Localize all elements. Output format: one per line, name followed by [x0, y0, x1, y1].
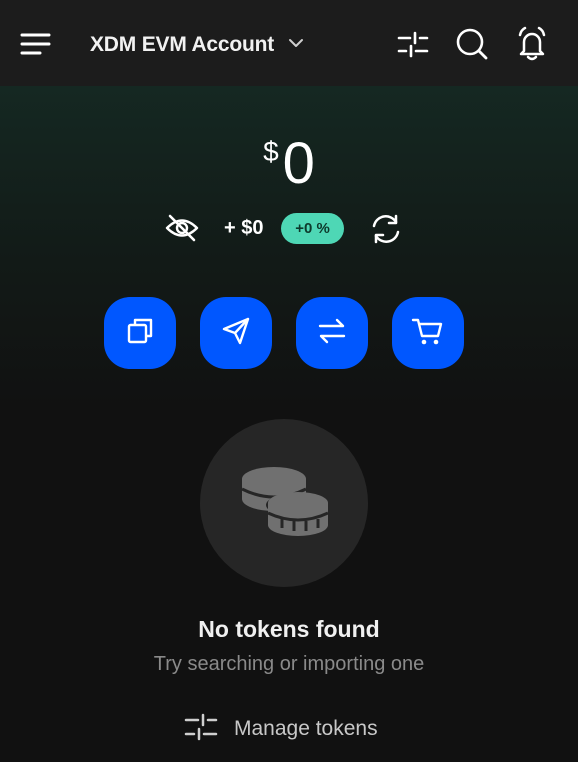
swap-button[interactable] [296, 297, 368, 369]
bell-icon[interactable] [515, 26, 549, 62]
manage-tokens-label: Manage tokens [234, 717, 378, 740]
balance-section: $0 + $0 +0 % [0, 86, 578, 406]
wallet-app: XDM EVM Account $0 + $0 +0 % No tokens f… [0, 0, 578, 762]
balance-amount: 0 [282, 131, 315, 196]
copy-address-button[interactable] [104, 297, 176, 369]
coins-icon [234, 461, 334, 546]
currency-symbol: $ [263, 136, 279, 167]
eye-off-icon[interactable] [164, 213, 200, 243]
account-name: XDM EVM Account [90, 33, 275, 56]
manage-tokens-button[interactable]: Manage tokens [184, 712, 378, 747]
send-button[interactable] [200, 297, 272, 369]
quick-actions [0, 297, 578, 369]
send-icon [220, 315, 252, 352]
copy-icon [124, 315, 156, 352]
sliders-icon [184, 712, 218, 747]
balance-change-row: + $0 +0 % [0, 209, 578, 249]
sliders-icon[interactable] [396, 26, 430, 62]
empty-state-illustration [200, 419, 368, 587]
balance-change-percent-badge: +0 % [281, 213, 344, 244]
hamburger-menu-icon[interactable] [20, 30, 52, 58]
chevron-down-icon [288, 36, 304, 54]
top-header: XDM EVM Account [0, 0, 578, 86]
refresh-icon[interactable] [369, 212, 403, 246]
search-icon[interactable] [455, 26, 489, 62]
buy-button[interactable] [392, 297, 464, 369]
balance-change-amount: + $0 [224, 217, 264, 239]
total-balance: $0 [0, 134, 578, 194]
empty-state-subtitle: Try searching or importing one [153, 653, 425, 675]
cart-icon [411, 315, 445, 352]
account-selector[interactable]: XDM EVM Account [90, 30, 304, 60]
empty-state-title: No tokens found [198, 616, 380, 642]
swap-icon [316, 315, 348, 352]
